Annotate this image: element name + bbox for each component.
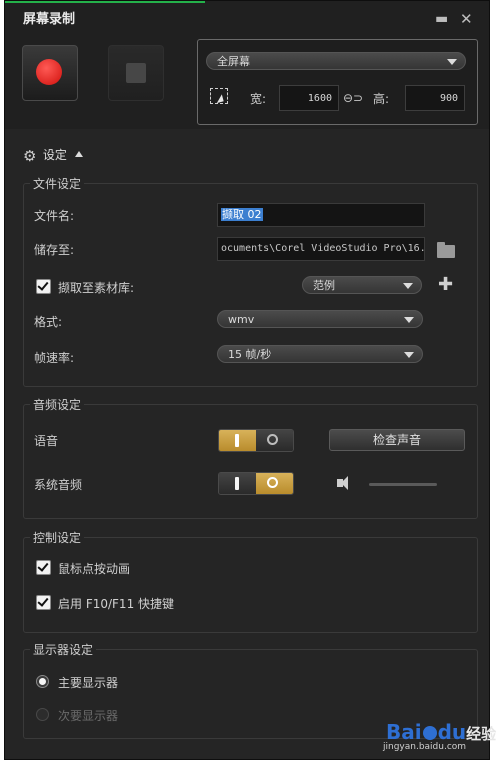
mouse-click-animation-label: 鼠标点按动画 — [58, 562, 131, 576]
height-field[interactable]: 900 — [405, 85, 465, 111]
capture-to-library-checkbox[interactable] — [36, 279, 51, 294]
link-icon[interactable]: ⊖⊃ — [343, 91, 363, 105]
record-icon — [36, 59, 62, 85]
display-settings-title: 显示器设定 — [30, 641, 97, 658]
folder-icon[interactable] — [437, 242, 455, 258]
capture-to-library-label: 撷取至素材库: — [58, 281, 135, 295]
mouse-click-animation-checkbox[interactable] — [36, 560, 51, 575]
voice-label: 语音 — [34, 434, 59, 448]
chevron-down-icon — [447, 59, 457, 65]
region-select-icon[interactable] — [210, 88, 228, 106]
region-mode-dropdown[interactable]: 全屏幕 — [206, 52, 466, 70]
baidu-watermark: Bai du经验 — [386, 720, 497, 744]
save-to-label: 储存至: — [34, 243, 75, 257]
voice-toggle[interactable] — [218, 429, 294, 452]
save-to-input[interactable]: ocuments\Corel VideoStudio Pro\16.0\ — [217, 237, 425, 261]
screen-capture-window: 屏幕录制 ▬ ✕ 全屏幕 宽: 1600 ⊖⊃ 高: 900 ⚙ 设定 文件设定 — [4, 0, 490, 760]
hotkey-checkbox[interactable] — [36, 595, 51, 610]
format-value: wmv — [228, 313, 255, 326]
watermark-url: jingyan.baidu.com — [383, 742, 467, 752]
filename-input[interactable]: 撷取 02 — [217, 203, 425, 227]
settings-label: 设定 — [42, 148, 67, 162]
format-label: 格式: — [34, 315, 63, 329]
hotkey-label: 启用 F10/F11 快捷键 — [58, 597, 175, 611]
frame-rate-dropdown[interactable]: 15 帧/秒 — [217, 345, 423, 363]
close-icon[interactable]: ✕ — [460, 10, 473, 28]
paw-icon — [422, 726, 437, 740]
frame-rate-value: 15 帧/秒 — [228, 348, 272, 361]
plus-icon[interactable]: ✚ — [438, 274, 453, 295]
library-dropdown[interactable]: 范例 — [302, 276, 422, 294]
capture-toolbar: 屏幕录制 ▬ ✕ 全屏幕 宽: 1600 ⊖⊃ 高: 900 — [5, 1, 489, 129]
audio-settings-group: 音频设定 语音 检查声音 系统音频 — [23, 396, 478, 519]
minimize-icon[interactable]: ▬ — [435, 11, 448, 27]
file-settings-group: 文件设定 文件名: 撷取 02 储存至: ocuments\Corel Vide… — [23, 175, 478, 387]
filename-value: 撷取 02 — [221, 208, 263, 221]
chevron-down-icon — [403, 283, 413, 289]
height-label: 高: — [373, 92, 390, 106]
region-mode-value: 全屏幕 — [217, 55, 250, 68]
window-title: 屏幕录制 — [23, 12, 76, 27]
chevron-down-icon — [404, 352, 414, 358]
filename-label: 文件名: — [34, 209, 75, 223]
file-settings-title: 文件设定 — [30, 175, 85, 192]
control-settings-group: 控制设定 鼠标点按动画 启用 F10/F11 快捷键 — [23, 529, 478, 633]
width-field[interactable]: 1600 — [279, 85, 339, 111]
system-audio-toggle[interactable] — [218, 472, 294, 495]
primary-display-label: 主要显示器 — [58, 676, 119, 690]
primary-display-radio[interactable] — [36, 675, 49, 688]
settings-toggle[interactable]: ⚙ 设定 — [23, 146, 83, 165]
frame-rate-label: 帧速率: — [34, 351, 75, 365]
audio-settings-title: 音频设定 — [30, 396, 85, 413]
stop-icon — [126, 63, 146, 83]
stop-button[interactable] — [108, 45, 164, 101]
secondary-display-radio[interactable] — [36, 708, 49, 721]
control-settings-title: 控制设定 — [30, 529, 85, 546]
chevron-up-icon — [74, 151, 83, 157]
accent-line — [5, 1, 205, 3]
capture-region-panel: 全屏幕 宽: 1600 ⊖⊃ 高: 900 — [197, 39, 478, 125]
width-label: 宽: — [250, 92, 267, 106]
gear-icon: ⚙ — [23, 147, 37, 165]
check-voice-button[interactable]: 检查声音 — [329, 429, 465, 451]
volume-slider[interactable] — [369, 483, 437, 486]
chevron-down-icon — [404, 317, 414, 323]
library-value: 范例 — [313, 279, 335, 292]
speaker-icon — [337, 476, 348, 490]
secondary-display-label: 次要显示器 — [58, 709, 119, 723]
system-audio-label: 系统音频 — [34, 478, 83, 492]
format-dropdown[interactable]: wmv — [217, 310, 423, 328]
record-button[interactable] — [22, 45, 78, 101]
